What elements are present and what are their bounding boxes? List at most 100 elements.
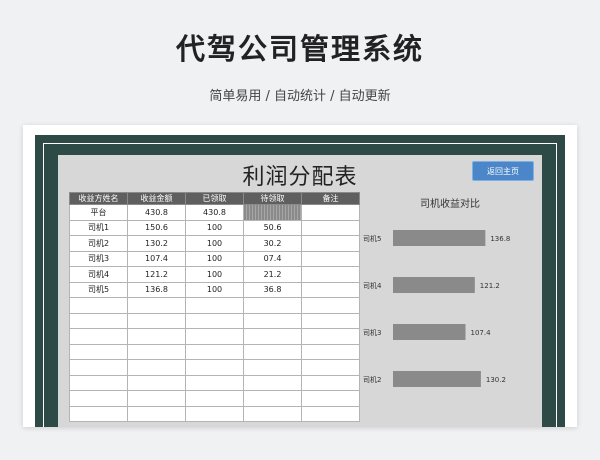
- table-cell[interactable]: 100: [185, 219, 244, 236]
- table-cell[interactable]: [301, 235, 360, 252]
- table-cell[interactable]: [301, 312, 360, 329]
- category-label: 司机2: [363, 375, 381, 384]
- table-cell[interactable]: 21.2: [243, 266, 302, 283]
- table-cell[interactable]: 107.4: [127, 250, 186, 267]
- table-cell[interactable]: [127, 359, 186, 376]
- table-cell[interactable]: [301, 297, 360, 314]
- table-cell[interactable]: [185, 297, 244, 314]
- table-cell[interactable]: [127, 405, 186, 422]
- table-cell[interactable]: 07.4: [243, 250, 302, 267]
- table-cell[interactable]: [301, 390, 360, 407]
- table-cell[interactable]: [243, 390, 302, 407]
- table-cell[interactable]: [301, 374, 360, 391]
- table-cell[interactable]: [69, 328, 128, 345]
- table-cell[interactable]: [69, 359, 128, 376]
- table-cell[interactable]: 司机5: [69, 281, 128, 298]
- table-cell[interactable]: [127, 390, 186, 407]
- table-row: [69, 405, 360, 422]
- table-cell[interactable]: [301, 328, 360, 345]
- table-cell[interactable]: [185, 343, 244, 360]
- driver-income-chart: 司机5 136.8 司机4 121.2 司机3 107.4 司机2 130.2: [363, 230, 510, 387]
- table-cell[interactable]: [243, 359, 302, 376]
- category-label: 司机3: [363, 328, 381, 337]
- table-cell[interactable]: [301, 359, 360, 376]
- table-cell[interactable]: [69, 405, 128, 422]
- table-cell[interactable]: [243, 204, 302, 221]
- table-cell[interactable]: 50.6: [243, 219, 302, 236]
- table-cell[interactable]: 430.8: [185, 204, 244, 221]
- table-cell[interactable]: [185, 374, 244, 391]
- table-cell[interactable]: [185, 328, 244, 345]
- table-cell[interactable]: 130.2: [127, 235, 186, 252]
- banner-title: 代驾公司管理系统: [175, 32, 424, 66]
- column-header: 待领取: [243, 192, 302, 205]
- spreadsheet-frame: 利润分配表 返回主页 收益方姓名 收益金额 已领取 待领取 备注 平台 430.8 430.…: [35, 135, 565, 427]
- table-cell[interactable]: [243, 405, 302, 422]
- table-cell[interactable]: [127, 343, 186, 360]
- table-row: 司机1 150.6 100 50.6: [69, 219, 360, 236]
- table-cell[interactable]: [243, 328, 302, 345]
- table-cell[interactable]: 100: [185, 235, 244, 252]
- bar: [393, 277, 475, 293]
- return-home-button[interactable]: 返回主页: [472, 161, 534, 181]
- table-row: 司机2 130.2 100 30.2: [69, 235, 360, 252]
- table-cell[interactable]: 100: [185, 250, 244, 267]
- table-cell[interactable]: 平台: [69, 204, 128, 221]
- table-cell[interactable]: 30.2: [243, 235, 302, 252]
- table-cell[interactable]: [243, 312, 302, 329]
- table-cell[interactable]: [127, 328, 186, 345]
- table-cell[interactable]: [127, 297, 186, 314]
- table-row: 司机4 121.2 100 21.2: [69, 266, 360, 283]
- sheet-title: 利润分配表: [242, 165, 358, 190]
- profit-table: 收益方姓名 收益金额 已领取 待领取 备注 平台 430.8 430.8 司机1 150.6 10…: [69, 192, 360, 422]
- table-row: [69, 312, 360, 329]
- table-cell[interactable]: 100: [185, 266, 244, 283]
- chart-title: 司机收益对比: [420, 199, 480, 210]
- table-cell[interactable]: [69, 312, 128, 329]
- bar: [393, 230, 486, 246]
- column-header: 已领取: [185, 192, 244, 205]
- column-header: 收益方姓名: [69, 192, 128, 205]
- table-cell[interactable]: 36.8: [243, 281, 302, 298]
- bar: [393, 324, 466, 340]
- table-cell[interactable]: 司机1: [69, 219, 128, 236]
- banner-subtitle: 简单易用 / 自动统计 / 自动更新: [209, 89, 391, 104]
- table-cell[interactable]: [69, 390, 128, 407]
- table-row: [69, 328, 360, 345]
- table-cell[interactable]: 司机3: [69, 250, 128, 267]
- table-cell[interactable]: [301, 250, 360, 267]
- table-cell[interactable]: [127, 374, 186, 391]
- table-cell[interactable]: 司机2: [69, 235, 128, 252]
- table-cell[interactable]: [243, 343, 302, 360]
- table-cell[interactable]: [69, 374, 128, 391]
- table-cell[interactable]: 司机4: [69, 266, 128, 283]
- table-cell[interactable]: [301, 343, 360, 360]
- table-cell[interactable]: [243, 374, 302, 391]
- data-label: 107.4: [470, 329, 491, 337]
- table-cell[interactable]: [301, 405, 360, 422]
- table-cell[interactable]: [185, 312, 244, 329]
- data-label: 121.2: [480, 282, 500, 290]
- table-cell[interactable]: 150.6: [127, 219, 186, 236]
- table-cell[interactable]: 136.8: [127, 281, 186, 298]
- table-cell[interactable]: [185, 390, 244, 407]
- data-label: 130.2: [486, 376, 506, 384]
- table-cell[interactable]: 430.8: [127, 204, 186, 221]
- table-cell[interactable]: [301, 204, 360, 221]
- table-row: [69, 297, 360, 314]
- table-cell[interactable]: [185, 405, 244, 422]
- column-header: 备注: [301, 192, 360, 205]
- table-cell[interactable]: 100: [185, 281, 244, 298]
- table-cell[interactable]: [301, 281, 360, 298]
- table-cell[interactable]: [301, 219, 360, 236]
- table-cell[interactable]: [243, 297, 302, 314]
- spreadsheet-sheet: 利润分配表 返回主页 收益方姓名 收益金额 已领取 待领取 备注 平台 430.8 430.…: [58, 155, 542, 427]
- category-label: 司机4: [363, 281, 382, 290]
- table-cell[interactable]: [69, 343, 128, 360]
- table-cell[interactable]: [185, 359, 244, 376]
- table-cell[interactable]: [301, 266, 360, 283]
- table-cell[interactable]: [127, 312, 186, 329]
- table-cell[interactable]: 121.2: [127, 266, 186, 283]
- table-row: 司机5 136.8 100 36.8: [69, 281, 360, 298]
- table-cell[interactable]: [69, 297, 128, 314]
